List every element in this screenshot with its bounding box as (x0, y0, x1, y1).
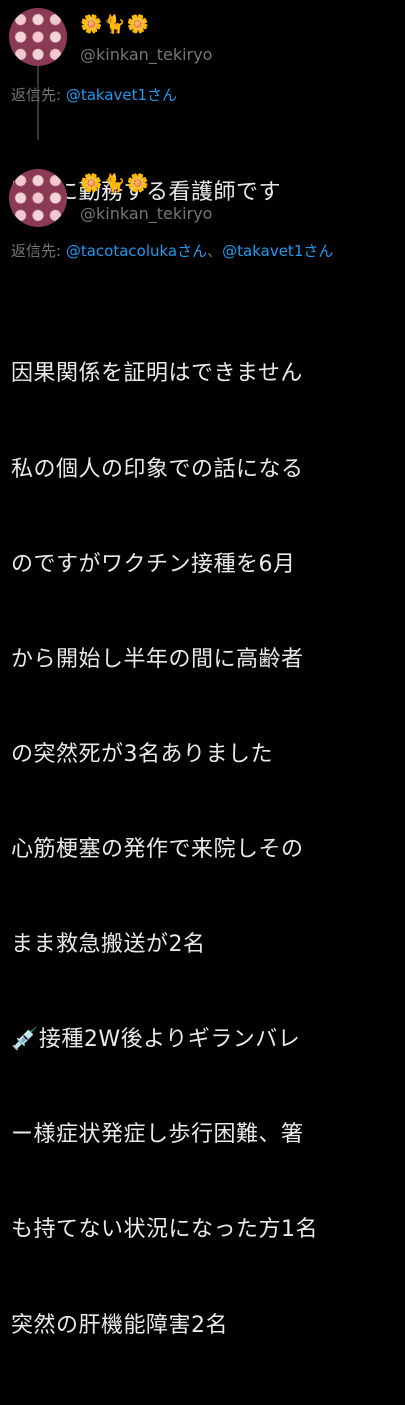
avatar[interactable] (9, 169, 67, 227)
tweet-text: 因果関係を証明はできません 私の個人の印象での話になる のですがワクチン接種を6… (11, 295, 403, 1405)
handle[interactable]: @kinkan_tekiryo (80, 204, 212, 223)
avatar[interactable] (9, 8, 67, 66)
replying-prefix: 返信先: (11, 242, 66, 260)
tweet-text-line: のですがワクチン接種を6月 (11, 551, 296, 577)
reply-mention-link[interactable]: @tacotacolukaさん (66, 242, 207, 260)
tweet-text-line: 私の個人の印象での話になる (11, 456, 304, 482)
tweet-text-line: から開始し半年の間に高齢者 (11, 646, 304, 672)
replying-prefix: 返信先: (11, 86, 66, 104)
tweet-text-line: 心筋梗塞の発作で来院しその (11, 836, 304, 862)
reply-mention-link[interactable]: @takavet1さん (66, 86, 177, 104)
tweet-text-line: まま救急搬送が2名 (11, 932, 206, 958)
display-name[interactable]: 🌼🐈🌼 (80, 14, 150, 36)
tweet-text-line: 因果関係を証明はできません (11, 361, 303, 387)
handle[interactable]: @kinkan_tekiryo (80, 45, 212, 64)
replying-to: 返信先: @takavet1さん (11, 84, 401, 106)
replying-separator: 、 (207, 242, 223, 260)
replying-to: 返信先: @tacotacolukaさん、@takavet1さん (11, 240, 401, 262)
tweet-text-line: の突然死が3名ありました (11, 741, 273, 767)
tweet-text-line: ー様症状発症し歩行困難、箸 (11, 1122, 304, 1148)
tweet-text-line: も持てない状況になった方1名 (11, 1217, 318, 1243)
display-name[interactable]: 🌼🐈🌼 (80, 173, 150, 195)
reply-mention-link[interactable]: @takavet1さん (222, 242, 333, 260)
tweet-text-line: 💉接種2W後よりギランバレ (11, 1027, 301, 1053)
tweet-2[interactable]: 🌼🐈🌼 @kinkan_tekiryo 返信先: @tacotacolukaさん… (0, 140, 405, 1338)
tweet-1[interactable]: 🌼🐈🌼 @kinkan_tekiryo 返信先: @takavet1さん 医院に… (0, 0, 405, 205)
tweet-text-line: 突然の肝機能障害2名 (11, 1312, 228, 1338)
